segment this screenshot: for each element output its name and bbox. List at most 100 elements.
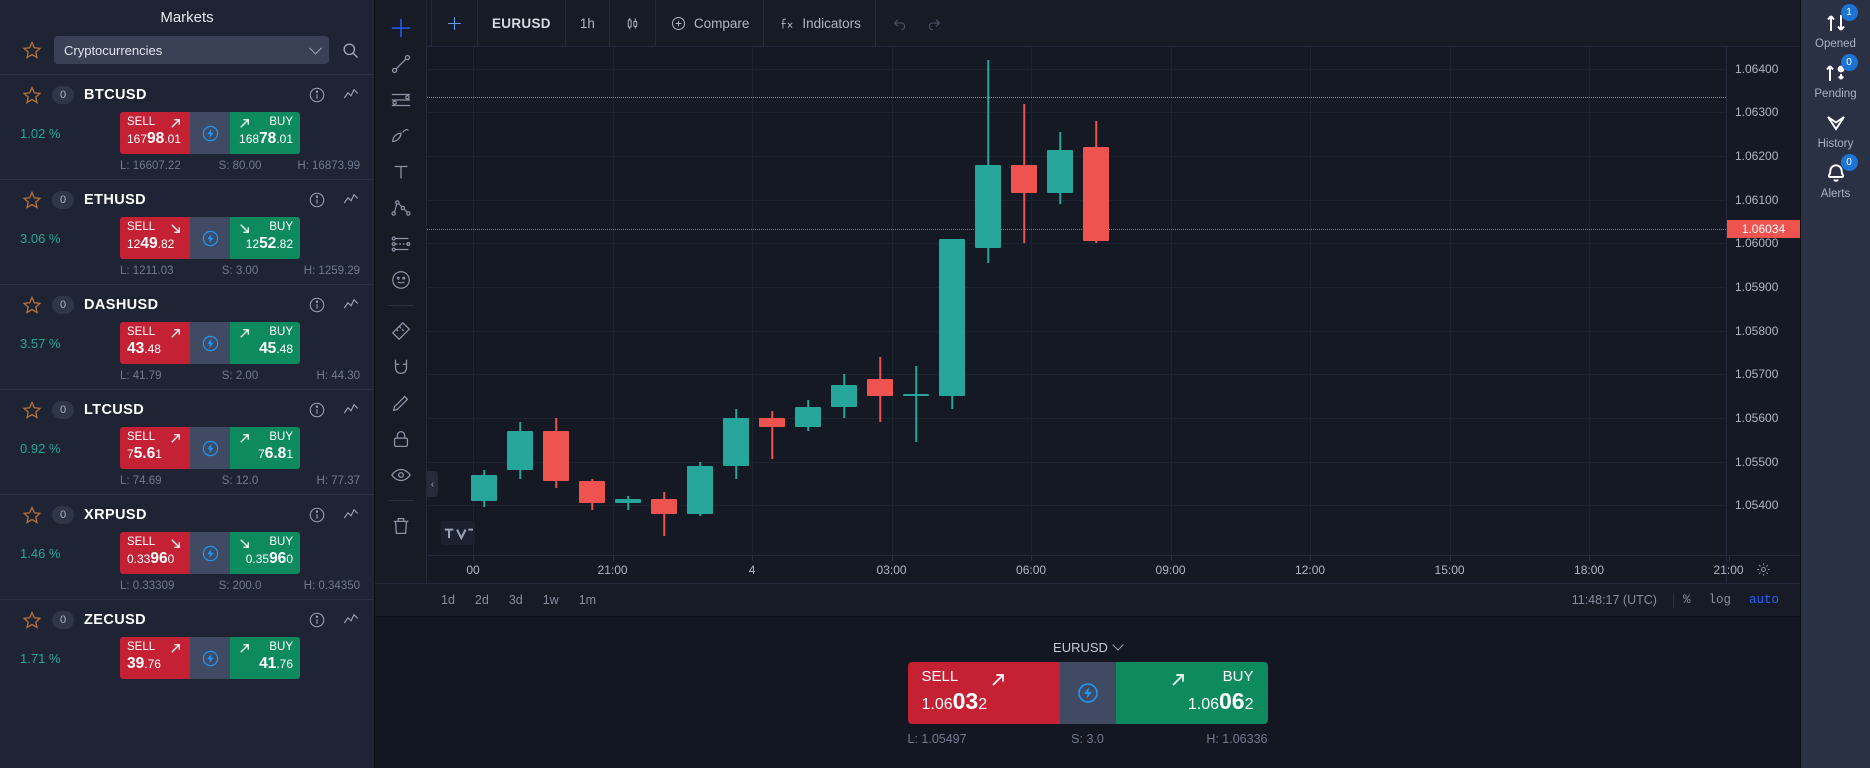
bolt-icon[interactable] [190,112,230,154]
percent-scale-button[interactable]: % [1674,593,1700,607]
market-row-quotes: 1.71 % SELL 39.76 BUY 41.76 [0,630,374,679]
time-axis[interactable]: 00 21:00 4 03:00 06:00 09:00 12:00 15:00 18:00 21… [427,555,1800,583]
star-icon[interactable] [22,400,42,420]
market-row-ethusd[interactable]: 0 ETHUSD 3.06 % SELL 1249.82 BUY 1252.82 L: 121… [0,179,374,284]
market-row-ltcusd[interactable]: 0 LTCUSD 0.92 % SELL 75.61 BUY 76.81 L: 74.69 S:… [0,389,374,494]
market-list[interactable]: 0 BTCUSD 1.02 % SELL 16798.01 BUY 16878.01 L: 1… [0,74,374,768]
tradingview-logo-icon[interactable] [441,521,475,545]
arrow-down-right-icon [237,536,252,551]
bolt-icon[interactable] [190,532,230,574]
info-icon[interactable] [308,296,326,314]
text-tool-icon[interactable] [383,154,419,190]
info-icon[interactable] [308,86,326,104]
symbol-button[interactable]: EURUSD [478,0,566,47]
bolt-icon[interactable] [190,427,230,469]
mini-chart-icon[interactable] [342,86,360,104]
sell-button[interactable]: SELL 43.48 [120,322,190,364]
trend-line-icon[interactable] [383,46,419,82]
info-icon[interactable] [308,191,326,209]
timeframe-1d[interactable]: 1d [441,593,455,607]
right-rail[interactable]: 1 Opened 0 Pending History 0 Alerts [1800,0,1870,768]
trash-icon[interactable] [383,508,419,544]
rail-item-opened[interactable]: 1 Opened [1801,4,1870,54]
buy-button[interactable]: BUY 1.06062 [1115,661,1268,724]
bolt-icon[interactable] [190,637,230,679]
magnet-icon[interactable] [383,349,419,385]
collapse-panel-handle[interactable]: ‹ [427,471,438,497]
buy-button[interactable]: BUY 1252.82 [230,217,300,259]
timeframe-3d[interactable]: 3d [509,593,523,607]
market-row-btcusd[interactable]: 0 BTCUSD 1.02 % SELL 16798.01 BUY 16878.01 L: 1… [0,74,374,179]
buy-button[interactable]: BUY 16878.01 [230,112,300,154]
bolt-icon[interactable] [190,322,230,364]
rail-item-alerts[interactable]: 0 Alerts [1801,154,1870,204]
sell-button[interactable]: SELL 39.76 [120,637,190,679]
market-category-select[interactable]: Cryptocurrencies [54,36,329,64]
eye-icon[interactable] [383,457,419,493]
lock-icon[interactable] [383,421,419,457]
sell-button[interactable]: SELL 75.61 [120,427,190,469]
bolt-icon[interactable] [1059,661,1116,724]
deal-symbol-selector[interactable]: EURUSD [1053,639,1124,655]
star-icon[interactable] [22,40,42,60]
market-row-zecusd[interactable]: 0 ZECUSD 1.71 % SELL 39.76 BUY 41.76 [0,599,374,686]
buy-button[interactable]: BUY 45.48 [230,322,300,364]
price-tick-label: 1.06300 [1735,105,1779,120]
interval-button[interactable]: 1h [566,0,610,47]
timeframe-1w[interactable]: 1w [543,593,559,607]
timeframe-2d[interactable]: 2d [475,593,489,607]
market-row-dashusd[interactable]: 0 DASHUSD 3.57 % SELL 43.48 BUY 45.48 L: 41.79 S… [0,284,374,389]
mini-chart-icon[interactable] [342,191,360,209]
market-row-stats: L: 16607.22 S: 80.00 H: 16873.99 [0,154,374,172]
crosshair-mode-button[interactable] [431,0,478,47]
price-axis[interactable]: 1.06400 1.06300 1.06200 1.06100 1.06000 1.059… [1726,47,1800,555]
star-icon[interactable] [22,190,42,210]
buy-button[interactable]: BUY 76.81 [230,427,300,469]
buy-button[interactable]: BUY 0.35960 [230,532,300,574]
drawing-toolbar[interactable] [375,0,427,583]
sell-button[interactable]: SELL 1249.82 [120,217,190,259]
search-icon[interactable] [341,41,360,60]
bolt-icon[interactable] [190,217,230,259]
sell-button[interactable]: SELL 16798.01 [120,112,190,154]
leverage-badge: 0 [52,86,74,104]
mini-chart-icon[interactable] [342,296,360,314]
forecast-icon[interactable] [383,226,419,262]
star-icon[interactable] [22,610,42,630]
indicators-button[interactable]: Indicators [764,0,876,47]
pattern-icon[interactable] [383,190,419,226]
auto-scale-button[interactable]: auto [1740,593,1788,607]
current-price-badge[interactable]: 1.06034 [1727,219,1800,238]
chart-type-button[interactable] [610,0,656,47]
star-icon[interactable] [22,295,42,315]
instrument-symbol: DASHUSD [84,297,159,313]
star-icon[interactable] [22,505,42,525]
deal-spread: S: 3.0 [1071,731,1104,746]
info-icon[interactable] [308,611,326,629]
mini-chart-icon[interactable] [342,506,360,524]
candlestick-plot[interactable]: ‹ [427,47,1726,555]
buy-button[interactable]: BUY 41.76 [230,637,300,679]
compare-button[interactable]: Compare [656,0,765,47]
horizontal-rays-icon[interactable] [383,82,419,118]
rail-item-pending[interactable]: 0 Pending [1801,54,1870,104]
spread-value: S: 3.00 [221,265,259,277]
time-tick [473,556,475,561]
log-scale-button[interactable]: log [1699,593,1740,607]
sell-button[interactable]: SELL 0.33960 [120,532,190,574]
emoji-icon[interactable] [383,262,419,298]
crosshair-tool-icon[interactable] [383,10,419,46]
info-icon[interactable] [308,401,326,419]
pencil-icon[interactable] [383,385,419,421]
mini-chart-icon[interactable] [342,611,360,629]
measure-icon[interactable] [383,313,419,349]
star-icon[interactable] [22,85,42,105]
info-icon[interactable] [308,506,326,524]
sell-button[interactable]: SELL 1.06032 [907,661,1060,724]
mini-chart-icon[interactable] [342,401,360,419]
rail-item-history[interactable]: History [1801,104,1870,154]
brush-icon[interactable] [383,118,419,154]
market-row-xrpusd[interactable]: 0 XRPUSD 1.46 % SELL 0.33960 BUY 0.35960 L: 0.3… [0,494,374,599]
market-category-value: Cryptocurrencies [64,42,163,58]
timeframe-1m[interactable]: 1m [579,593,596,607]
